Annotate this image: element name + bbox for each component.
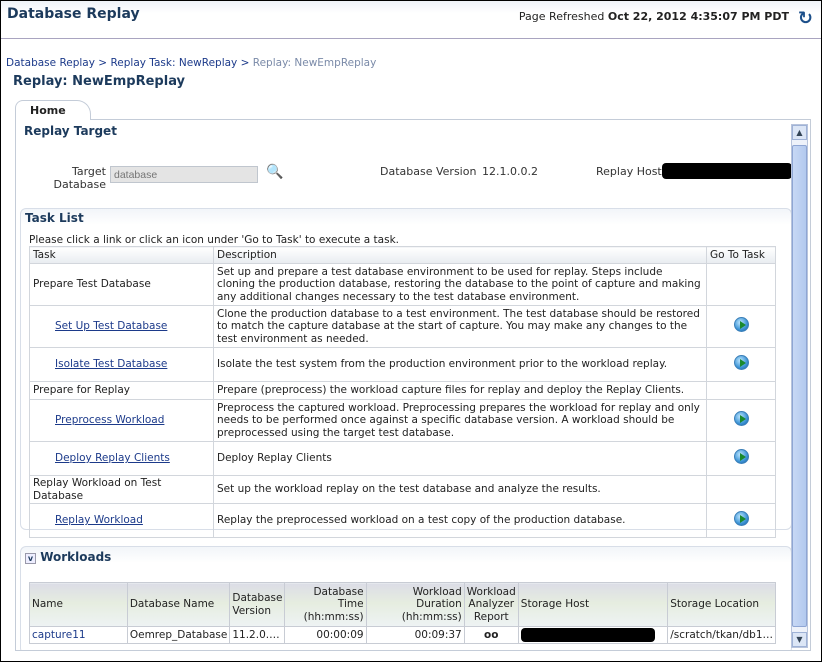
replay-host-redacted — [662, 163, 792, 179]
task-description: Preprocess the captured workload. Prepro… — [214, 400, 707, 442]
task-link[interactable]: Preprocess Workload — [55, 414, 164, 426]
table-row: capture11 Oemrep_Database 11.2.0.… 00:00… — [30, 627, 776, 644]
breadcrumb: Database Replay > Replay Task: NewReplay… — [6, 57, 376, 69]
database-name: Oemrep_Database — [127, 627, 230, 644]
col-task: Task — [30, 247, 214, 264]
refreshed-value: Oct 22, 2012 4:35:07 PM PDT — [608, 10, 789, 23]
collapse-icon[interactable]: v — [25, 553, 36, 564]
page-refreshed: Page Refreshed Oct 22, 2012 4:35:07 PM P… — [519, 10, 789, 23]
task-group: Prepare Test Database — [30, 264, 214, 306]
storage-host-redacted — [521, 628, 655, 642]
col-database-version: Database Version — [230, 583, 285, 627]
section-title: Task List — [25, 211, 84, 225]
go-to-task-cell — [707, 348, 776, 382]
target-database-label: Target Database — [40, 165, 106, 191]
go-to-task-cell — [707, 442, 776, 476]
col-database-time: Database Time (hh:mm:ss) — [285, 583, 366, 627]
header: Database Replay Page Refreshed Oct 22, 2… — [1, 1, 821, 39]
breadcrumb-separator: > — [241, 57, 250, 69]
task-table: Task Description Go To Task Prepare Test… — [29, 246, 776, 538]
task-link[interactable]: Deploy Replay Clients — [55, 452, 170, 464]
vertical-scrollbar[interactable]: ▲ ▼ — [791, 124, 808, 648]
table-row: Replay Workload on Test DatabaseSet up t… — [30, 476, 776, 504]
table-row: Replay Workload Replay the preprocessed w… — [30, 504, 776, 538]
tab-home[interactable]: Home — [15, 100, 91, 120]
go-to-task-icon[interactable] — [734, 355, 749, 370]
breadcrumb-database-replay[interactable]: Database Replay — [6, 57, 95, 69]
app-window: Database Replay Page Refreshed Oct 22, 2… — [0, 0, 822, 662]
task-description: Isolate the test system from the product… — [214, 348, 707, 382]
go-to-task-cell — [707, 476, 776, 504]
col-storage-location: Storage Location — [668, 583, 776, 627]
go-to-task-icon[interactable] — [734, 317, 749, 332]
database-version-value: 12.1.0.0.2 — [482, 165, 538, 178]
section-title: Replay Target — [24, 124, 117, 138]
col-workload-duration: Workload Duration (hh:mm:ss) — [366, 583, 464, 627]
col-storage-host: Storage Host — [518, 583, 667, 627]
task-description: Prepare (preprocess) the workload captur… — [214, 382, 707, 400]
replay-target-section: Replay Target Target Database 🔍 Database… — [20, 122, 792, 204]
col-database-name: Database Name — [127, 583, 230, 627]
table-row: Set Up Test Database Clone the production… — [30, 306, 776, 348]
task-description: Set up the workload replay on the test d… — [214, 476, 707, 504]
replay-host-label: Replay Host — [596, 165, 662, 178]
task-description: Deploy Replay Clients — [214, 442, 707, 476]
task-group: Prepare for Replay — [30, 382, 214, 400]
task-description: Replay the preprocessed workload on a te… — [214, 504, 707, 538]
target-database-input[interactable] — [110, 166, 258, 183]
go-to-task-icon[interactable] — [734, 449, 749, 464]
go-to-task-cell — [707, 264, 776, 306]
col-analyzer-report: Workload Analyzer Report — [464, 583, 518, 627]
task-description: Clone the production database to a test … — [214, 306, 707, 348]
go-to-task-icon[interactable] — [734, 411, 749, 426]
go-to-task-cell — [707, 306, 776, 348]
database-version: 11.2.0.… — [230, 627, 285, 644]
task-link[interactable]: Set Up Test Database — [55, 320, 167, 332]
storage-location: /scratch/tkan/db1… — [668, 627, 776, 644]
table-row: Isolate Test Database Isolate the test sy… — [30, 348, 776, 382]
table-row: Prepare for ReplayPrepare (preprocess) t… — [30, 382, 776, 400]
workload-name-link[interactable]: capture11 — [32, 629, 86, 641]
workload-duration: 00:09:37 — [366, 627, 464, 644]
task-group: Replay Workload on Test Database — [30, 476, 214, 504]
task-description: Set up and prepare a test database envir… — [214, 264, 707, 306]
section-header: v Workloads — [25, 550, 111, 564]
task-list-section: Task List Please click a link or click a… — [20, 208, 792, 530]
breadcrumb-separator: > — [98, 57, 107, 69]
task-link[interactable]: Isolate Test Database — [55, 358, 167, 370]
go-to-task-icon[interactable] — [734, 511, 749, 526]
go-to-task-cell — [707, 382, 776, 400]
task-link[interactable]: Replay Workload — [55, 514, 143, 526]
col-name: Name — [30, 583, 128, 627]
database-time: 00:00:09 — [285, 627, 366, 644]
go-to-task-cell — [707, 400, 776, 442]
workloads-section: v Workloads Name Database Name Database … — [20, 546, 792, 651]
task-instruction: Please click a link or click an icon und… — [29, 234, 399, 246]
refreshed-label: Page Refreshed — [519, 10, 604, 23]
workloads-table: Name Database Name Database Version Data… — [29, 582, 776, 644]
section-title: Workloads — [40, 550, 111, 564]
app-title: Database Replay — [7, 6, 140, 22]
storage-host — [518, 627, 667, 644]
breadcrumb-current: Replay: NewEmpReplay — [253, 57, 377, 69]
table-row: Deploy Replay Clients Deploy Replay Clien… — [30, 442, 776, 476]
search-icon[interactable]: 🔍 — [266, 164, 283, 180]
page-title: Replay: NewEmpReplay — [13, 74, 185, 89]
refresh-icon[interactable]: ↻ — [798, 8, 813, 29]
col-go-to-task: Go To Task — [707, 247, 776, 264]
breadcrumb-replay-task[interactable]: Replay Task: NewReplay — [110, 57, 237, 69]
glasses-icon[interactable]: oo — [464, 627, 518, 644]
database-version-label: Database Version — [380, 165, 476, 178]
content-panel: Replay Target Target Database 🔍 Database… — [15, 119, 811, 651]
go-to-task-cell — [707, 504, 776, 538]
table-row: Preprocess Workload Preprocess the captur… — [30, 400, 776, 442]
col-description: Description — [214, 247, 707, 264]
table-row: Prepare Test DatabaseSet up and prepare … — [30, 264, 776, 306]
scroll-up-button[interactable]: ▲ — [792, 125, 807, 140]
scrollbar-thumb[interactable] — [792, 145, 807, 627]
scroll-down-button[interactable]: ▼ — [792, 632, 807, 647]
